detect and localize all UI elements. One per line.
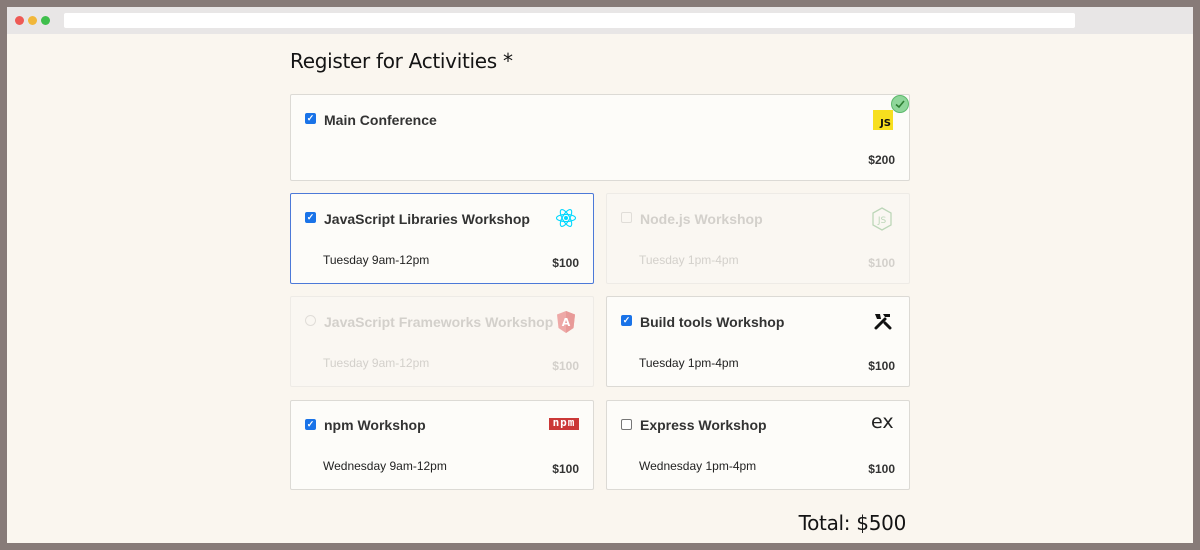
checkmark-badge-icon (891, 95, 909, 113)
address-bar[interactable] (64, 13, 1075, 28)
express-logo-icon: ex (871, 411, 894, 433)
activity-card-express[interactable]: Express Workshop ex Wednesday 1pm-4pm $1… (606, 400, 910, 490)
activity-price: $100 (868, 256, 895, 270)
nodejs-logo-icon: JS (871, 207, 893, 231)
activity-checkbox[interactable]: ✓ (305, 419, 316, 430)
activity-card-npm[interactable]: ✓ npm Workshop npm Wednesday 9am-12pm $1… (290, 400, 594, 490)
total-cost: Total: $500 (798, 511, 907, 535)
browser-toolbar (7, 7, 1193, 34)
activity-name: JavaScript Libraries Workshop (324, 211, 530, 227)
activity-time: Wednesday 9am-12pm (323, 459, 447, 473)
svg-text:A: A (562, 316, 571, 329)
svg-text:JS: JS (877, 216, 887, 226)
activity-price: $100 (552, 256, 579, 270)
activity-card-javascript-frameworks: JavaScript Frameworks Workshop A Tuesday… (290, 296, 594, 387)
activity-price: $100 (868, 359, 895, 373)
activity-name: Main Conference (324, 112, 437, 128)
maximize-window-button[interactable] (41, 16, 50, 25)
activity-name: Express Workshop (640, 417, 767, 433)
activity-price: $100 (552, 462, 579, 476)
activity-time: Wednesday 1pm-4pm (639, 459, 757, 473)
activity-time: Tuesday 1pm-4pm (639, 253, 739, 267)
activity-name: npm Workshop (324, 417, 426, 433)
browser-window: Register for Activities * ✓ Main Confere… (7, 7, 1193, 543)
activity-price: $200 (868, 153, 895, 167)
activity-name: Build tools Workshop (640, 314, 785, 330)
activity-time: Tuesday 1pm-4pm (639, 356, 739, 370)
activity-price: $100 (868, 462, 895, 476)
activity-card-javascript-libraries[interactable]: ✓ JavaScript Libraries Workshop Tuesday … (290, 193, 594, 284)
minimize-window-button[interactable] (28, 16, 37, 25)
required-marker: * (502, 49, 513, 73)
activity-card-nodejs: Node.js Workshop JS Tuesday 1pm-4pm $100 (606, 193, 910, 284)
close-window-button[interactable] (15, 16, 24, 25)
activity-name: JavaScript Frameworks Workshop (324, 314, 554, 330)
activity-name: Node.js Workshop (640, 211, 763, 227)
angular-logo-icon: A (556, 310, 576, 334)
activity-price: $100 (552, 359, 579, 373)
activity-time: Tuesday 9am-12pm (323, 356, 430, 370)
activity-checkbox[interactable]: ✓ (305, 113, 316, 124)
activity-checkbox[interactable] (621, 419, 632, 430)
activity-time: Tuesday 9am-12pm (323, 253, 430, 267)
activity-checkbox (305, 315, 316, 326)
npm-logo-icon: npm (549, 416, 579, 430)
activity-card-main-conference[interactable]: ✓ Main Conference JS $200 (290, 94, 910, 181)
tools-icon (873, 311, 893, 331)
activity-checkbox (621, 212, 632, 223)
activity-checkbox[interactable]: ✓ (621, 315, 632, 326)
activity-checkbox[interactable]: ✓ (305, 212, 316, 223)
javascript-logo-icon: JS (873, 110, 893, 130)
react-logo-icon (555, 207, 577, 229)
page-title: Register for Activities * (290, 49, 513, 73)
activity-card-build-tools[interactable]: ✓ Build tools Workshop Tuesday 1pm-4pm $… (606, 296, 910, 387)
